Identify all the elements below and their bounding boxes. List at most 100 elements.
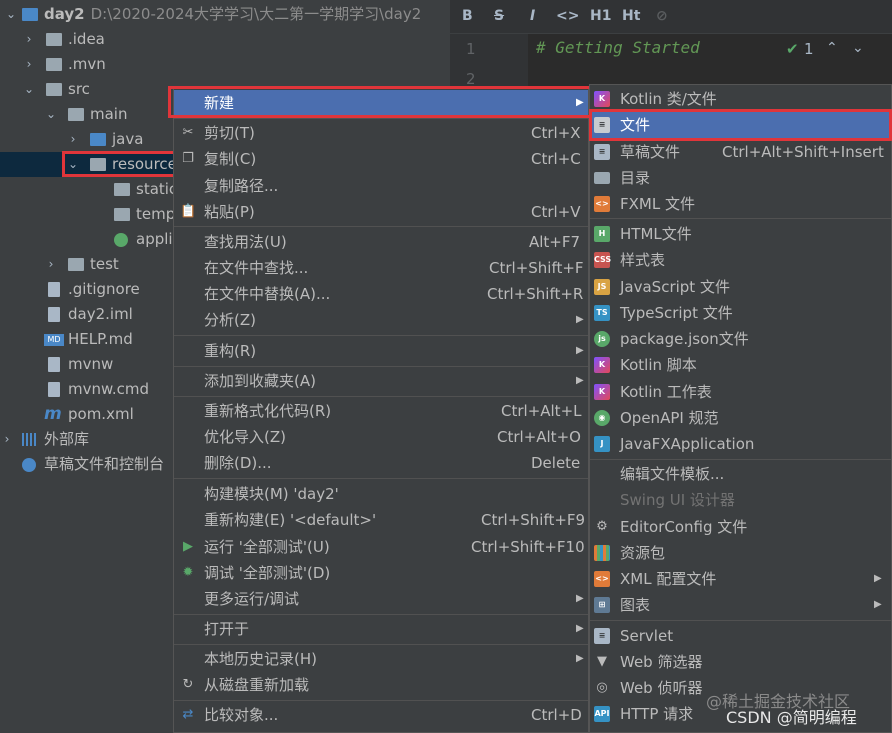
menu-separator [174,366,588,367]
bold-button[interactable]: B [462,8,473,24]
javascript-file-icon: JS [594,279,610,295]
nodejs-icon: js [594,331,610,347]
submenu-item-edit-templates[interactable]: 编辑文件模板... [590,461,891,487]
submenu-item-openapi[interactable]: ◉ OpenAPI 规范 [590,405,891,431]
submenu-arrow-icon: ▶ [576,375,584,386]
menu-separator [174,335,588,336]
menu-item-shortcut: Alt+F7 [529,233,581,251]
project-name: day2 [44,5,85,23]
highlight-box-file [589,109,892,141]
submenu-item-label: JavaFXApplication [620,435,755,453]
menu-separator [174,226,588,227]
chevron-down-icon[interactable]: ⌄ [22,77,36,102]
debug-bug-icon: ✹ [182,565,194,580]
header-level-button[interactable]: Ht [622,8,640,24]
menu-item-reload-from-disk[interactable]: ↻ 从磁盘重新加载 [174,672,588,698]
menu-item-run-all-tests[interactable]: ▶ 运行 '全部测试'(U) Ctrl+Shift+F10 [174,534,588,560]
chevron-right-icon[interactable]: › [22,27,36,52]
submenu-item-xml-config[interactable]: <> XML 配置文件 ▶ [590,566,891,592]
menu-item-delete[interactable]: 删除(D)... Delete [174,450,588,476]
link-icon[interactable]: ⊘ [656,8,668,24]
menu-item-open-in[interactable]: 打开于 ▶ [174,616,588,642]
kotlin-script-icon: K [594,357,610,373]
next-highlight-icon[interactable]: ⌄ [852,40,864,56]
heading-button[interactable]: H1 [590,8,611,24]
module-folder-icon [22,8,38,21]
tree-item-mvn[interactable]: › .mvn [0,52,450,77]
chevron-right-icon[interactable]: › [44,252,58,277]
tree-item-label: java [112,130,144,148]
menu-item-copy-path[interactable]: 复制路径... [174,173,588,199]
submenu-item-stylesheet[interactable]: CSS 样式表 [590,247,891,273]
menu-item-paste[interactable]: 📋 粘贴(P) Ctrl+V [174,199,588,225]
menu-item-build-module[interactable]: 构建模块(M) 'day2' [174,481,588,507]
tree-item-label: 草稿文件和控制台 [44,455,165,473]
menu-item-replace-in-files[interactable]: 在文件中替换(A)... Ctrl+Shift+R [174,281,588,307]
menu-item-copy[interactable]: ❐ 复制(C) Ctrl+C [174,146,588,172]
submenu-item-web-filter[interactable]: ▼ Web 筛选器 [590,649,891,675]
tree-item-label: day2.iml [68,305,133,323]
menu-item-add-to-favorites[interactable]: 添加到收藏夹(A) ▶ [174,368,588,394]
servlet-icon: ≡ [594,628,610,644]
submenu-item-label: 资源包 [620,544,666,562]
menu-item-find-usages[interactable]: 查找用法(U) Alt+F7 [174,229,588,255]
menu-item-local-history[interactable]: 本地历史记录(H) ▶ [174,646,588,672]
code-line[interactable]: # Getting Started [536,38,700,57]
menu-item-optimize-imports[interactable]: 优化导入(Z) Ctrl+Alt+O [174,424,588,450]
menu-item-analyze[interactable]: 分析(Z) ▶ [174,307,588,333]
submenu-item-javafx-application[interactable]: J JavaFXApplication [590,431,891,457]
menu-item-reformat-code[interactable]: 重新格式化代码(R) Ctrl+Alt+L [174,398,588,424]
submenu-item-scratch-file[interactable]: ≡ 草稿文件 Ctrl+Alt+Shift+Insert [590,139,891,165]
submenu-item-label: HTTP 请求 [620,705,694,723]
tree-item-idea[interactable]: › .idea [0,27,450,52]
tree-item-label: .idea [68,30,105,48]
chevron-right-icon[interactable]: › [0,427,14,452]
submenu-item-resource-bundle[interactable]: 资源包 [590,540,891,566]
submenu-item-editorconfig[interactable]: ⚙ EditorConfig 文件 [590,514,891,540]
menu-item-shortcut: Ctrl+V [531,203,581,221]
submenu-item-typescript[interactable]: TS TypeScript 文件 [590,300,891,326]
submenu-item-javascript[interactable]: JS JavaScript 文件 [590,274,891,300]
folder-icon [46,58,62,71]
tree-item-label: mvnw [68,355,114,373]
submenu-item-html[interactable]: H HTML文件 [590,221,891,247]
menu-item-refactor[interactable]: 重构(R) ▶ [174,338,588,364]
chevron-down-icon[interactable]: ⌄ [4,2,18,27]
menu-item-label: 复制(C) [204,150,257,168]
submenu-item-kotlin-worksheet[interactable]: K Kotlin 工作表 [590,379,891,405]
folder-icon [68,108,84,121]
copy-icon: ❐ [182,151,194,166]
listener-icon: ◎ [596,680,608,695]
submenu-item-label: Web 侦听器 [620,679,703,697]
menu-item-rebuild[interactable]: 重新构建(E) '<default>' Ctrl+Shift+F9 [174,507,588,533]
tree-root-day2[interactable]: ⌄ day2 D:\2020-2024大学学习\大二第一学期学习\day2 [0,2,450,27]
submenu-item-label: 草稿文件 [620,143,681,161]
chevron-right-icon[interactable]: › [66,127,80,152]
inspection-check-icon[interactable]: ✔ [786,40,799,58]
code-button[interactable]: <> [556,8,579,24]
menu-item-find-in-files[interactable]: 在文件中查找... Ctrl+Shift+F [174,255,588,281]
scissors-icon: ✂ [182,125,194,140]
previous-highlight-icon[interactable]: ⌃ [826,40,838,56]
strikethrough-button[interactable]: S [494,8,504,24]
menu-item-cut[interactable]: ✂ 剪切(T) Ctrl+X [174,120,588,146]
menu-item-compare-with[interactable]: ⇄ 比较对象... Ctrl+D [174,702,588,728]
submenu-item-directory[interactable]: 目录 [590,165,891,191]
submenu-item-diagram[interactable]: ⊞ 图表 ▶ [590,592,891,618]
submenu-item-package-json[interactable]: js package.json文件 [590,326,891,352]
submenu-item-label: package.json文件 [620,330,749,348]
menu-item-more-run-debug[interactable]: 更多运行/调试 ▶ [174,586,588,612]
submenu-item-fxml[interactable]: <> FXML 文件 [590,191,891,217]
fxml-file-icon: <> [594,196,610,212]
italic-button[interactable]: I [530,8,535,24]
menu-item-debug-all-tests[interactable]: ✹ 调试 '全部测试'(D) [174,560,588,586]
tree-item-label: static [136,180,178,198]
menu-item-label: 重新格式化代码(R) [204,402,332,420]
typescript-file-icon: TS [594,305,610,321]
menu-separator [590,459,891,460]
chevron-right-icon[interactable]: › [22,52,36,77]
menu-separator [174,396,588,397]
chevron-down-icon[interactable]: ⌄ [44,102,58,127]
submenu-item-servlet[interactable]: ≡ Servlet [590,623,891,649]
submenu-item-kotlin-script[interactable]: K Kotlin 脚本 [590,352,891,378]
